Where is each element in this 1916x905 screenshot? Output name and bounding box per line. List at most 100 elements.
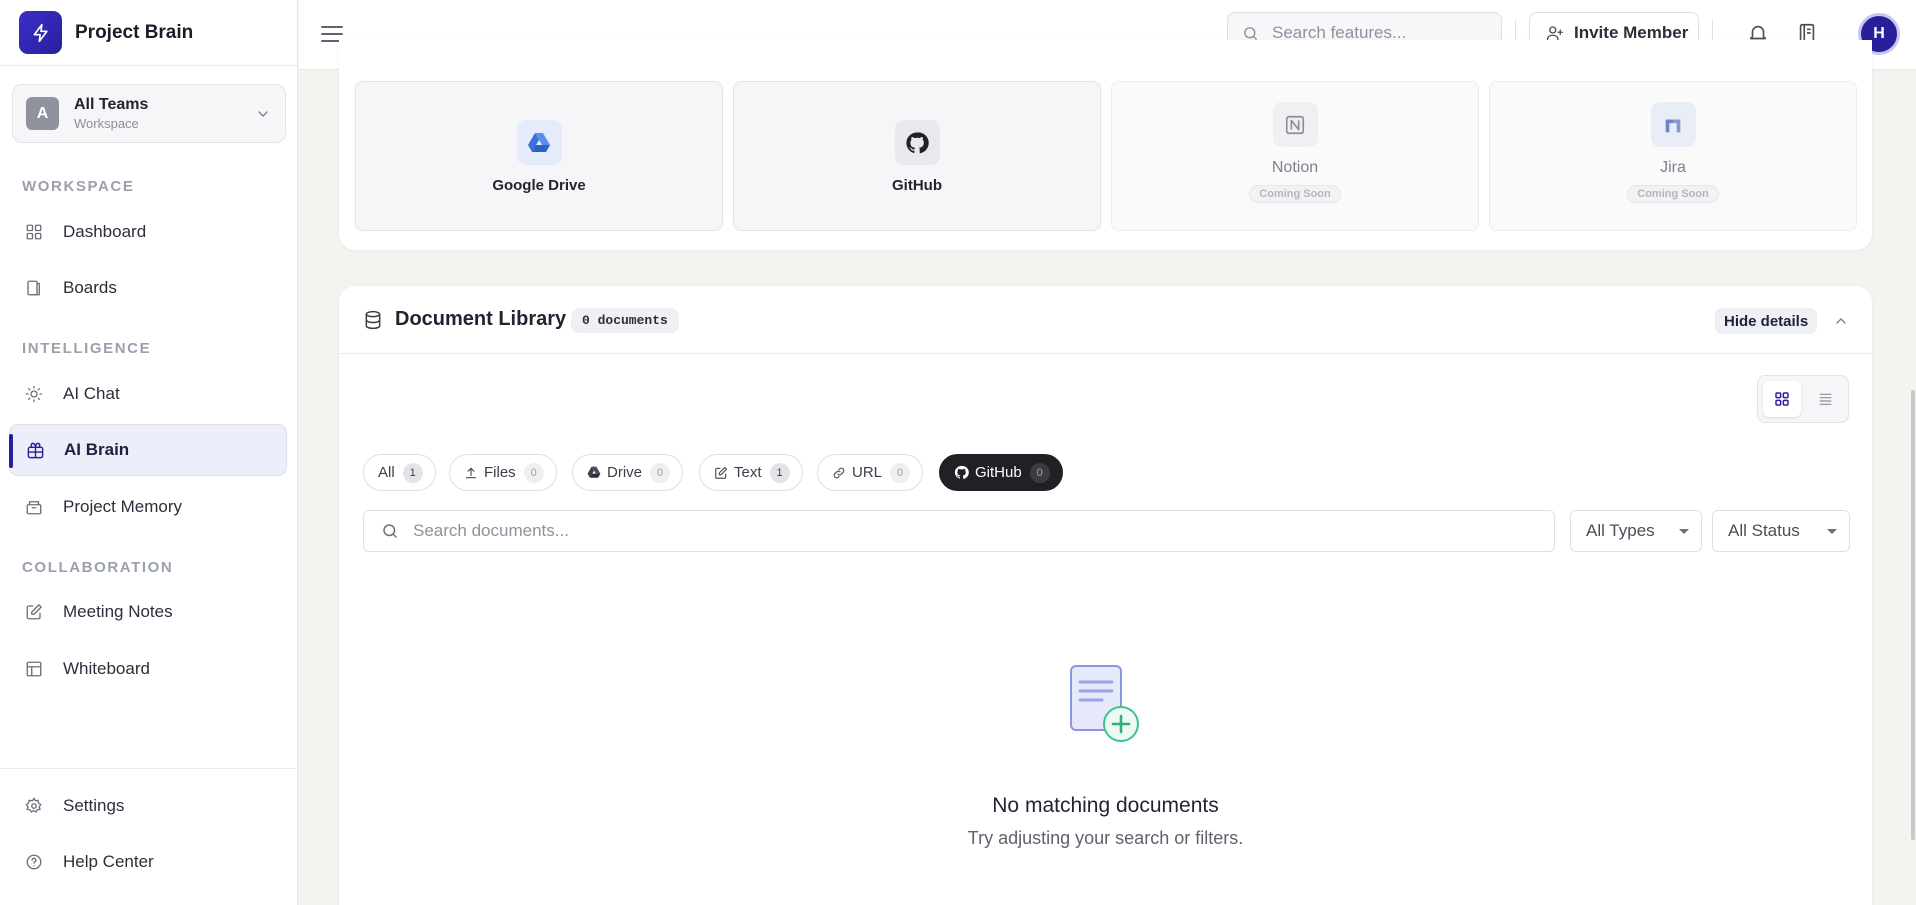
sidebar-item-project-memory[interactable]: Project Memory: [9, 481, 287, 533]
section-label-workspace: WORKSPACE: [22, 178, 135, 195]
board-icon: [23, 277, 45, 299]
grid-icon: [23, 221, 45, 243]
filter-chip-github[interactable]: GitHub 0: [939, 454, 1063, 491]
status-select-value: All Status: [1728, 521, 1800, 540]
filter-label: Drive: [607, 464, 643, 481]
empty-state-title: No matching documents: [992, 794, 1219, 817]
filter-count: 1: [769, 462, 790, 483]
sidebar-item-ai-chat[interactable]: AI Chat: [9, 368, 287, 420]
integration-jira: Jira Coming Soon: [1489, 81, 1857, 231]
brain-icon: [24, 439, 46, 461]
filter-count: 0: [890, 462, 911, 483]
lightning-bolt-icon[interactable]: [19, 11, 62, 54]
google-drive-icon: [587, 466, 601, 479]
view-toggle: [1757, 375, 1849, 423]
integrations-card: Google Drive GitHub Notion Coming Soon J…: [339, 40, 1872, 250]
filter-count: 0: [1029, 462, 1050, 483]
upload-icon: [464, 466, 478, 480]
filter-count: 0: [650, 462, 671, 483]
sidebar-item-label: AI Chat: [63, 384, 120, 403]
sidebar-item-help-center[interactable]: Help Center: [9, 836, 287, 888]
edit-icon: [714, 466, 728, 480]
github-icon: [954, 465, 969, 480]
document-library-header: Document Library 0 documents Hide detail…: [339, 286, 1872, 354]
google-drive-icon: [516, 120, 562, 165]
integration-name: Notion: [1271, 159, 1319, 176]
empty-state-subtitle: Try adjusting your search or filters.: [967, 828, 1244, 848]
notion-icon: [1272, 102, 1318, 147]
caret-down-icon: [1827, 529, 1837, 534]
sidebar-item-label: Whiteboard: [63, 659, 150, 678]
filter-count: 0: [523, 462, 544, 483]
sidebar-item-label: Project Memory: [63, 497, 183, 516]
filter-chip-url[interactable]: URL 0: [817, 454, 924, 491]
document-count-badge: 0 documents: [571, 308, 679, 333]
sidebar-item-whiteboard[interactable]: Whiteboard: [9, 643, 287, 695]
search-icon: [381, 522, 399, 540]
sidebar-item-label: Settings: [63, 796, 125, 815]
empty-document-icon: [1065, 660, 1145, 744]
filter-count: 1: [402, 462, 423, 483]
team-name: All Teams: [74, 96, 149, 113]
coming-soon-badge: Coming Soon: [1249, 185, 1341, 203]
team-avatar: A: [26, 97, 59, 130]
hide-details-button[interactable]: Hide details: [1715, 308, 1818, 334]
sidebar-footer: Settings Help Center: [0, 768, 298, 905]
grid-view-button[interactable]: [1763, 381, 1801, 417]
sidebar-item-label: Help Center: [63, 852, 154, 871]
caret-down-icon: [1679, 529, 1689, 534]
section-label-collaboration: COLLABORATION: [22, 559, 174, 576]
team-subtitle: Workspace: [74, 116, 139, 131]
sidebar-item-settings[interactable]: Settings: [9, 780, 287, 832]
integration-github[interactable]: GitHub: [733, 81, 1101, 231]
sidebar-item-meeting-notes[interactable]: Meeting Notes: [9, 586, 287, 638]
document-search[interactable]: [363, 510, 1555, 552]
filter-label: GitHub: [975, 464, 1022, 481]
sidebar: Project Brain A All Teams Workspace WORK…: [0, 0, 298, 905]
active-indicator: [9, 434, 13, 468]
chevron-down-icon: [255, 106, 271, 122]
search-icon: [1242, 25, 1259, 42]
chevron-up-icon[interactable]: [1833, 313, 1849, 329]
integration-name: Jira: [1660, 159, 1686, 176]
layout-icon: [23, 658, 45, 680]
filter-chip-files[interactable]: Files 0: [449, 454, 557, 491]
filter-chip-text[interactable]: Text 1: [699, 454, 803, 491]
integration-name: GitHub: [892, 177, 942, 194]
link-icon: [832, 466, 846, 480]
brand-header: Project Brain: [0, 0, 297, 66]
sidebar-item-boards[interactable]: Boards: [9, 262, 287, 314]
status-select[interactable]: All Status: [1712, 510, 1850, 552]
jira-icon: [1650, 102, 1696, 147]
integration-google-drive[interactable]: Google Drive: [355, 81, 723, 231]
gear-icon: [23, 795, 45, 817]
filter-chip-drive[interactable]: Drive 0: [572, 454, 684, 491]
team-switcher[interactable]: A All Teams Workspace: [12, 84, 286, 143]
filter-label: Text: [734, 464, 762, 481]
list-view-button[interactable]: [1806, 381, 1844, 417]
sidebar-item-dashboard[interactable]: Dashboard: [9, 206, 287, 258]
lightbulb-icon: [23, 383, 45, 405]
database-icon: [363, 309, 383, 331]
sidebar-item-label: Boards: [63, 278, 117, 297]
document-library-title: Document Library: [395, 308, 567, 330]
coming-soon-badge: Coming Soon: [1627, 185, 1719, 203]
filter-chip-all[interactable]: All 1: [363, 454, 436, 491]
edit-note-icon: [23, 601, 45, 623]
sidebar-item-ai-brain[interactable]: AI Brain: [9, 424, 287, 476]
sidebar-item-label: Dashboard: [63, 222, 147, 241]
type-select[interactable]: All Types: [1570, 510, 1702, 552]
document-search-input[interactable]: [413, 521, 1513, 541]
filter-label: Files: [484, 464, 516, 481]
integration-notion: Notion Coming Soon: [1111, 81, 1479, 231]
document-library-card: Document Library 0 documents Hide detail…: [339, 286, 1872, 905]
github-icon: [894, 120, 940, 165]
integration-name: Google Drive: [492, 177, 586, 194]
sidebar-item-label: Meeting Notes: [63, 602, 173, 621]
sidebar-item-label: AI Brain: [64, 440, 130, 459]
type-select-value: All Types: [1586, 521, 1655, 540]
page-scrollbar[interactable]: [1911, 390, 1915, 840]
filter-label: URL: [852, 464, 883, 481]
app-name: Project Brain: [75, 21, 194, 43]
archive-icon: [23, 496, 45, 518]
